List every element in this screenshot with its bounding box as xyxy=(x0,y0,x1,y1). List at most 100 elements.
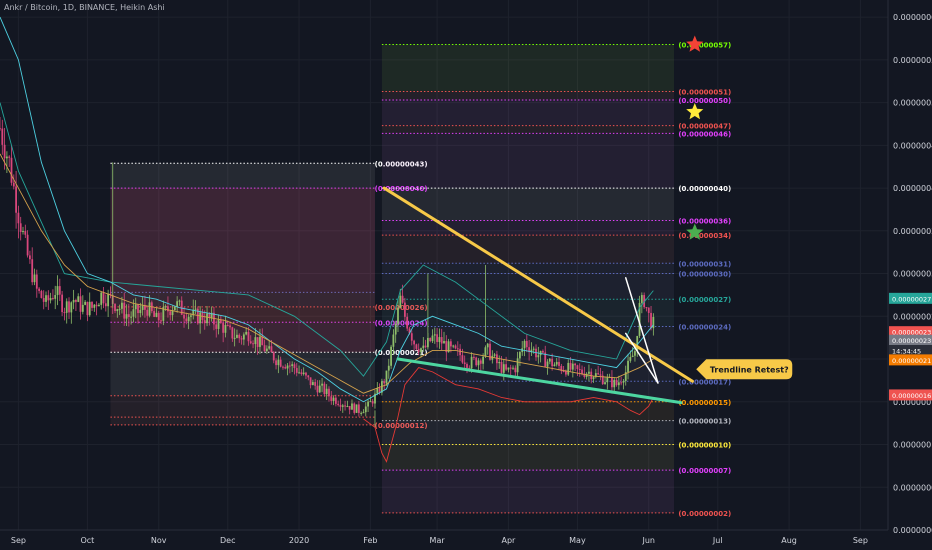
candle-body xyxy=(302,372,305,375)
candle-body xyxy=(40,290,43,298)
fib-right-level-label: (0.00000036) xyxy=(678,218,731,226)
fib-right-level-label: (0.00000046) xyxy=(678,130,731,138)
candle-body xyxy=(613,379,616,388)
candle-body xyxy=(123,302,126,319)
candle-body xyxy=(512,367,514,369)
price-tag-label: 14:34:45 xyxy=(892,347,921,355)
candle-body xyxy=(17,212,20,224)
candle-body xyxy=(31,259,34,283)
candle-body xyxy=(93,304,96,308)
candle-body xyxy=(263,345,266,352)
candle-body xyxy=(477,360,480,366)
candle-body xyxy=(371,401,374,404)
price-tag-label: 0.00000027 xyxy=(892,295,931,303)
candle-body xyxy=(199,312,202,324)
candle-body xyxy=(364,406,367,413)
candle-body xyxy=(102,292,105,304)
candle-body xyxy=(500,361,503,373)
candle-body xyxy=(311,382,314,386)
y-tick-label: 0.00000055 xyxy=(893,56,932,65)
candle-body xyxy=(12,182,15,187)
candle-body xyxy=(567,362,570,375)
y-tick-label: 0.00000000 xyxy=(893,526,932,535)
chart-svg[interactable]: (0.00000043)(0.00000040)(0.00000026)(0.0… xyxy=(0,0,932,550)
candle-body xyxy=(576,365,579,370)
candle-body xyxy=(348,406,351,410)
candle-body xyxy=(293,364,296,369)
candle-body xyxy=(622,381,625,383)
candle-body xyxy=(620,382,623,384)
price-tag-label: 0.00000023 xyxy=(892,337,931,345)
candle-body xyxy=(493,354,496,356)
candle-body xyxy=(387,365,390,371)
candle-body xyxy=(217,319,220,329)
candle-body xyxy=(86,301,89,316)
candle-body xyxy=(277,359,280,366)
candle-body xyxy=(132,309,135,317)
fib-right-band xyxy=(381,220,675,236)
candle-body xyxy=(454,345,457,349)
candle-body xyxy=(502,364,505,373)
candle-body xyxy=(284,367,287,369)
candle-body xyxy=(72,300,75,303)
candle-body xyxy=(360,412,363,414)
fib-right-band xyxy=(381,401,675,421)
candle-body xyxy=(240,338,243,340)
fib-right-level-label: (0.00000050) xyxy=(678,97,731,105)
candle-body xyxy=(185,318,188,322)
candle-body xyxy=(141,305,144,310)
fib-right-band xyxy=(381,263,675,274)
candle-body xyxy=(604,382,606,384)
candle-body xyxy=(475,357,478,366)
candle-body xyxy=(551,358,554,367)
candle-body xyxy=(369,401,372,403)
x-tick-label: May xyxy=(569,536,586,545)
candle-body xyxy=(3,144,6,159)
candle-body xyxy=(178,300,181,302)
candle-body xyxy=(401,295,404,303)
fib-right-level-label: (0.00000010) xyxy=(678,442,731,450)
candle-body xyxy=(33,274,36,283)
candle-body xyxy=(38,288,41,291)
candle-body xyxy=(555,361,558,365)
candle-body xyxy=(134,304,137,310)
candle-body xyxy=(22,231,24,233)
callout-text: Trendline Retest? xyxy=(710,365,789,374)
y-tick-label: 0.00000005 xyxy=(893,483,932,492)
y-tick-label: 0.00000010 xyxy=(893,441,932,450)
candle-body xyxy=(415,344,418,349)
candle-body xyxy=(436,334,438,343)
candle-body xyxy=(496,354,498,364)
fib-right-band xyxy=(381,100,675,126)
candle-body xyxy=(206,313,208,324)
chart-area[interactable]: Ankr / Bitcoin, 1D, BINANCE, Heikin Ashi… xyxy=(0,0,932,550)
candle-body xyxy=(137,304,139,314)
candle-body xyxy=(615,379,618,386)
candle-body xyxy=(121,302,123,309)
candle-body xyxy=(300,372,303,375)
candle-body xyxy=(353,403,356,413)
candle-body xyxy=(525,340,528,348)
candle-body xyxy=(498,361,501,364)
fib-left-band xyxy=(110,352,375,396)
candle-body xyxy=(640,295,643,303)
candle-body xyxy=(125,314,128,319)
candle-body xyxy=(486,343,489,348)
candle-body xyxy=(249,341,252,344)
candle-body xyxy=(571,363,574,370)
candle-body xyxy=(169,311,172,316)
candle-body xyxy=(270,346,273,353)
y-tick-label: 0.00000045 xyxy=(893,141,932,150)
candle-body xyxy=(176,301,179,307)
candle-body xyxy=(54,295,57,299)
candle-body xyxy=(58,286,61,295)
candle-body xyxy=(403,302,406,317)
candle-body xyxy=(565,371,567,375)
candle-body xyxy=(114,303,116,312)
candle-body xyxy=(420,348,422,353)
candle-body xyxy=(29,255,31,260)
candle-body xyxy=(588,371,590,374)
candle-body xyxy=(482,356,485,364)
candle-body xyxy=(63,312,66,314)
candle-body xyxy=(569,362,572,370)
